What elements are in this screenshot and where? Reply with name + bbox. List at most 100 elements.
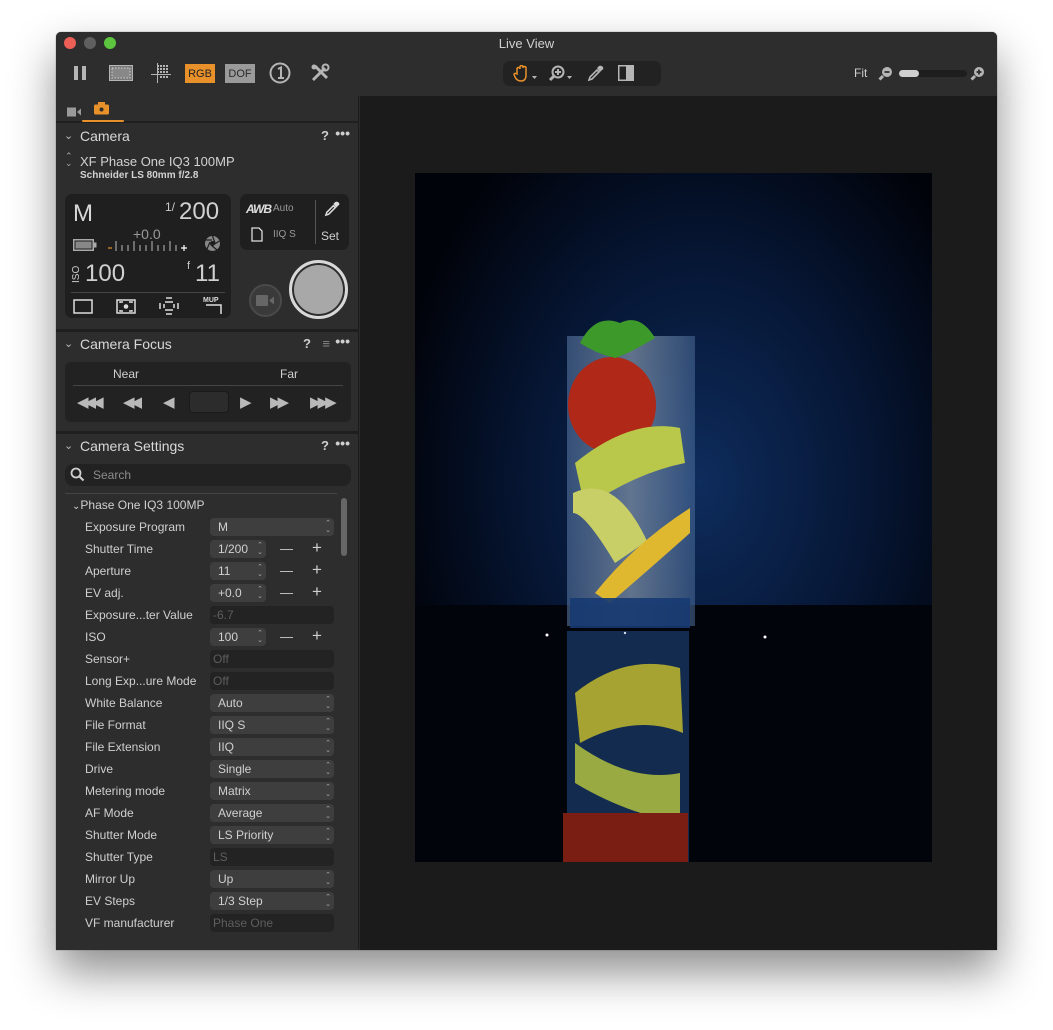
- help-icon[interactable]: ?: [321, 128, 329, 143]
- record-video-button[interactable]: [249, 284, 282, 317]
- search-input[interactable]: [93, 466, 333, 484]
- compare-tool-button[interactable]: [618, 65, 634, 86]
- up-down-arrows-icon[interactable]: ⌃ ⌄: [257, 586, 263, 600]
- wb-picker-button[interactable]: [324, 201, 340, 222]
- decrement-button[interactable]: —: [280, 563, 293, 578]
- wb-set-button[interactable]: Set: [321, 229, 339, 243]
- up-down-arrows-icon[interactable]: ⌃ ⌄: [325, 696, 331, 710]
- help-icon[interactable]: ?: [321, 438, 329, 453]
- setting-select[interactable]: Average ⌃ ⌄: [210, 804, 334, 822]
- zoom-slider-thumb[interactable]: [899, 70, 919, 77]
- camera-section-header[interactable]: ⌄ Camera ? •••: [56, 125, 359, 149]
- up-down-arrows-icon[interactable]: ⌃ ⌄: [325, 520, 331, 534]
- hand-tool-button[interactable]: [513, 64, 539, 87]
- up-down-arrows-icon[interactable]: ⌃ ⌄: [325, 784, 331, 798]
- setting-select[interactable]: M ⌃ ⌄: [210, 518, 334, 536]
- increment-button[interactable]: +: [312, 538, 322, 558]
- rgb-button[interactable]: RGB: [185, 64, 215, 83]
- increment-button[interactable]: +: [312, 582, 322, 602]
- zoom-slider[interactable]: [899, 70, 967, 77]
- setting-value: IIQ S: [218, 718, 246, 732]
- more-options-icon[interactable]: •••: [335, 435, 350, 451]
- setting-readonly-value: LS: [210, 848, 334, 866]
- pause-button[interactable]: [72, 62, 88, 84]
- setting-select[interactable]: Matrix ⌃ ⌄: [210, 782, 334, 800]
- decrement-button[interactable]: —: [280, 585, 293, 600]
- tools-button[interactable]: [309, 62, 331, 84]
- white-balance-value[interactable]: Auto: [273, 203, 294, 214]
- zoom-tool-button[interactable]: [548, 65, 574, 87]
- single-shot-icon[interactable]: [73, 299, 93, 319]
- file-format-value[interactable]: IIQ S: [273, 229, 296, 240]
- up-down-arrows-icon[interactable]: ⌃ ⌄: [325, 872, 331, 886]
- settings-row: VF manufacturer Phase One: [56, 913, 346, 935]
- up-down-arrows-icon[interactable]: ⌃ ⌄: [325, 718, 331, 732]
- tab-video[interactable]: [67, 104, 82, 122]
- focus-far-large-button[interactable]: ▶▶▶: [310, 393, 337, 411]
- af-area-icon[interactable]: [159, 297, 179, 320]
- zoom-in-button[interactable]: [970, 66, 985, 86]
- capture-button[interactable]: [289, 260, 348, 319]
- focus-near-medium-button[interactable]: ◀◀: [123, 393, 142, 411]
- fit-button[interactable]: Fit: [854, 66, 867, 80]
- dof-button[interactable]: DOF: [225, 64, 255, 83]
- up-down-arrows-icon[interactable]: ⌃ ⌄: [325, 894, 331, 908]
- setting-select[interactable]: 1/3 Step ⌃ ⌄: [210, 892, 334, 910]
- focus-near-large-button[interactable]: ◀◀◀: [77, 393, 104, 411]
- metering-matrix-icon[interactable]: [116, 299, 136, 319]
- camera-model[interactable]: XF Phase One IQ3 100MP: [80, 154, 235, 169]
- focus-far-medium-button[interactable]: ▶▶: [270, 393, 289, 411]
- settings-section-header[interactable]: ⌄ Camera Settings ? •••: [56, 435, 359, 459]
- setting-select[interactable]: IIQ S ⌃ ⌄: [210, 716, 334, 734]
- setting-value: Off: [213, 674, 229, 688]
- up-down-arrows-icon[interactable]: ⌃ ⌄: [257, 564, 263, 578]
- up-down-arrows-icon[interactable]: ⌃ ⌄: [325, 740, 331, 754]
- frame-overlay-button[interactable]: [109, 62, 133, 84]
- focus-far-small-button[interactable]: ▶: [240, 393, 251, 411]
- setting-stepper[interactable]: 1/200 ⌃ ⌄: [210, 540, 266, 558]
- lcd-divider: [71, 292, 225, 293]
- list-icon[interactable]: ≡: [322, 336, 330, 351]
- chevron-down-icon[interactable]: ⌄: [64, 129, 73, 142]
- live-view-viewer[interactable]: [360, 96, 997, 950]
- setting-select[interactable]: Up ⌃ ⌄: [210, 870, 334, 888]
- more-options-icon[interactable]: •••: [335, 125, 350, 141]
- tab-camera[interactable]: [94, 102, 109, 120]
- help-icon[interactable]: ?: [303, 336, 311, 351]
- settings-row: Mirror Up Up ⌃ ⌄: [56, 869, 346, 891]
- more-options-icon[interactable]: •••: [335, 333, 350, 349]
- iso-value[interactable]: 100: [85, 260, 125, 288]
- up-down-arrows-icon[interactable]: ⌃ ⌄: [257, 630, 263, 644]
- settings-group-header[interactable]: ⌄Phase One IQ3 100MP: [72, 498, 204, 512]
- setting-stepper[interactable]: 11 ⌃ ⌄: [210, 562, 266, 580]
- shutter-speed[interactable]: 200: [179, 198, 219, 226]
- setting-select[interactable]: LS Priority ⌃ ⌄: [210, 826, 334, 844]
- decrement-button[interactable]: —: [280, 541, 293, 556]
- setting-select[interactable]: Auto ⌃ ⌄: [210, 694, 334, 712]
- setting-select[interactable]: IIQ ⌃ ⌄: [210, 738, 334, 756]
- aperture-value[interactable]: 11: [195, 260, 220, 288]
- chevron-down-icon[interactable]: ⌄: [64, 337, 73, 350]
- setting-stepper[interactable]: 100 ⌃ ⌄: [210, 628, 266, 646]
- setting-select[interactable]: Single ⌃ ⌄: [210, 760, 334, 778]
- up-down-arrows-icon[interactable]: ⌃ ⌄: [257, 542, 263, 556]
- mirror-up-icon[interactable]: MUP: [202, 295, 224, 320]
- focus-step-field[interactable]: [189, 391, 229, 413]
- focus-near-small-button[interactable]: ◀: [163, 393, 174, 411]
- up-down-arrows-icon[interactable]: ⌃ ⌄: [325, 762, 331, 776]
- circled-one-button[interactable]: [268, 62, 292, 84]
- setting-value: Off: [213, 652, 229, 666]
- up-down-arrows-icon[interactable]: ⌃ ⌄: [325, 806, 331, 820]
- focus-section-header[interactable]: ⌄ Camera Focus ? ≡ •••: [56, 333, 359, 357]
- setting-stepper[interactable]: +0.0 ⌃ ⌄: [210, 584, 266, 602]
- grid-button[interactable]: [150, 62, 172, 84]
- eyedropper-tool-button[interactable]: [587, 65, 604, 87]
- zoom-out-button[interactable]: [878, 66, 893, 86]
- increment-button[interactable]: +: [312, 560, 322, 580]
- chevron-down-icon[interactable]: ⌄: [64, 439, 73, 452]
- increment-button[interactable]: +: [312, 626, 322, 646]
- up-down-arrows-icon[interactable]: ⌃ ⌄: [325, 828, 331, 842]
- camera-selector-arrows-icon[interactable]: ⌃ ⌄: [65, 152, 73, 168]
- exposure-mode[interactable]: M: [73, 200, 93, 228]
- decrement-button[interactable]: —: [280, 629, 293, 644]
